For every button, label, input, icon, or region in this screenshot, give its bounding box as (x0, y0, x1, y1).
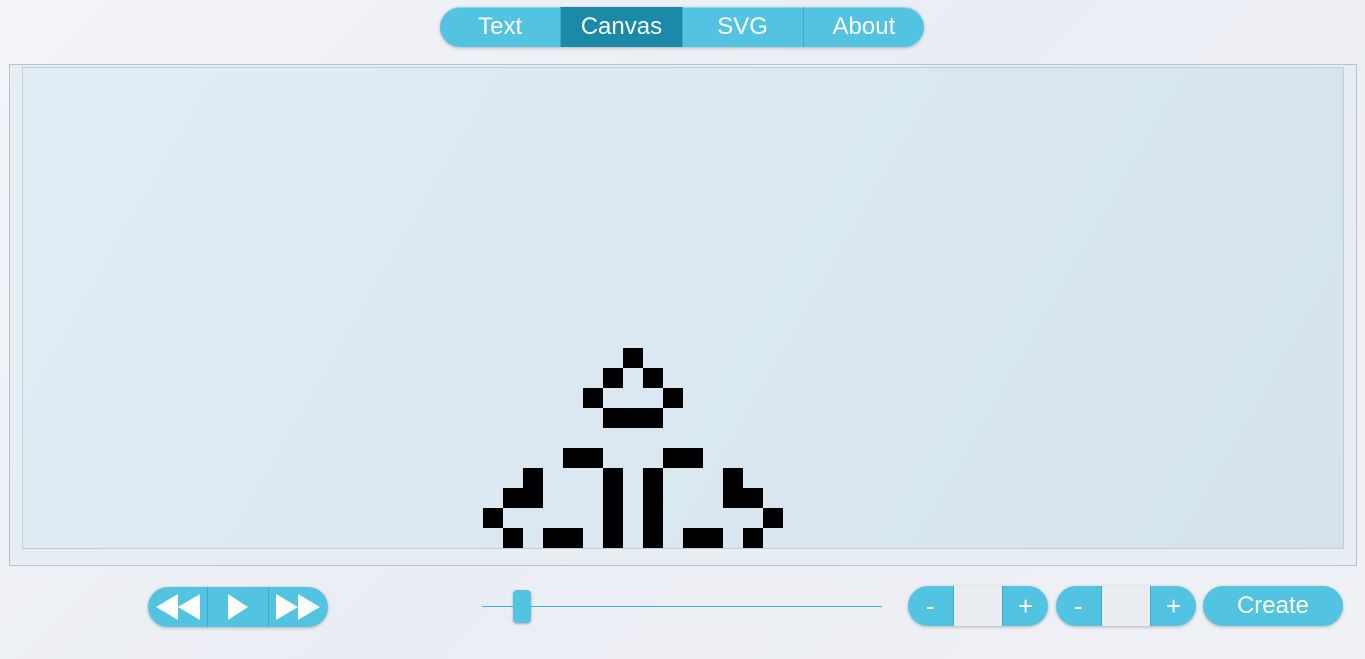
live-cell[interactable] (503, 528, 523, 548)
tab-svg[interactable]: SVG (683, 7, 804, 47)
live-cell[interactable] (643, 408, 663, 428)
live-cell[interactable] (643, 468, 663, 488)
live-cell[interactable] (563, 528, 583, 548)
live-cell[interactable] (543, 528, 563, 548)
play-button[interactable] (208, 587, 269, 627)
cell-grid[interactable] (23, 68, 1343, 548)
live-cell[interactable] (763, 508, 783, 528)
live-cell[interactable] (603, 528, 623, 548)
live-cell[interactable] (663, 448, 683, 468)
live-cell[interactable] (643, 368, 663, 388)
tab-text[interactable]: Text (440, 7, 562, 47)
live-cell[interactable] (703, 528, 723, 548)
board-frame (9, 64, 1357, 566)
live-cell[interactable] (743, 488, 763, 508)
live-cell[interactable] (583, 448, 603, 468)
live-cell[interactable] (563, 448, 583, 468)
play-icon (227, 594, 248, 620)
live-cell[interactable] (723, 468, 743, 488)
live-cell[interactable] (623, 348, 643, 368)
live-cell[interactable] (483, 508, 503, 528)
width-increment-button[interactable]: + (1003, 586, 1048, 626)
live-cell[interactable] (683, 448, 703, 468)
speed-slider-thumb[interactable] (513, 590, 531, 623)
live-cell[interactable] (603, 468, 623, 488)
rewind-button[interactable] (148, 587, 209, 627)
live-cell[interactable] (643, 488, 663, 508)
live-cell[interactable] (523, 468, 543, 488)
height-increment-button[interactable]: + (1151, 586, 1196, 626)
tab-about[interactable]: About (804, 7, 924, 47)
live-cell[interactable] (643, 508, 663, 528)
height-stepper: - + (1056, 586, 1196, 626)
rewind-icon (155, 594, 200, 620)
fast-forward-button[interactable] (269, 587, 328, 627)
game-canvas[interactable] (22, 67, 1344, 549)
live-cell[interactable] (723, 488, 743, 508)
live-cell[interactable] (603, 508, 623, 528)
live-cell[interactable] (743, 528, 763, 548)
width-input[interactable] (953, 586, 1004, 626)
live-cell[interactable] (503, 488, 523, 508)
mode-tabs: Text Canvas SVG About (440, 7, 924, 47)
live-cell[interactable] (603, 488, 623, 508)
create-button[interactable]: Create (1203, 586, 1343, 626)
live-cell[interactable] (623, 408, 643, 428)
tab-canvas[interactable]: Canvas (561, 7, 683, 47)
height-decrement-button[interactable]: - (1056, 586, 1102, 626)
live-cell[interactable] (603, 368, 623, 388)
live-cell[interactable] (603, 408, 623, 428)
live-cell[interactable] (663, 388, 683, 408)
live-cell[interactable] (643, 528, 663, 548)
create-button-wrap: Create (1203, 586, 1343, 626)
live-cell[interactable] (523, 488, 543, 508)
live-cell[interactable] (683, 528, 703, 548)
playback-controls (148, 587, 328, 627)
height-input[interactable] (1101, 586, 1152, 626)
speed-slider-track[interactable] (482, 606, 882, 607)
live-cell[interactable] (583, 388, 603, 408)
fast-forward-icon (276, 594, 321, 620)
width-decrement-button[interactable]: - (908, 586, 954, 626)
width-stepper: - + (908, 586, 1048, 626)
